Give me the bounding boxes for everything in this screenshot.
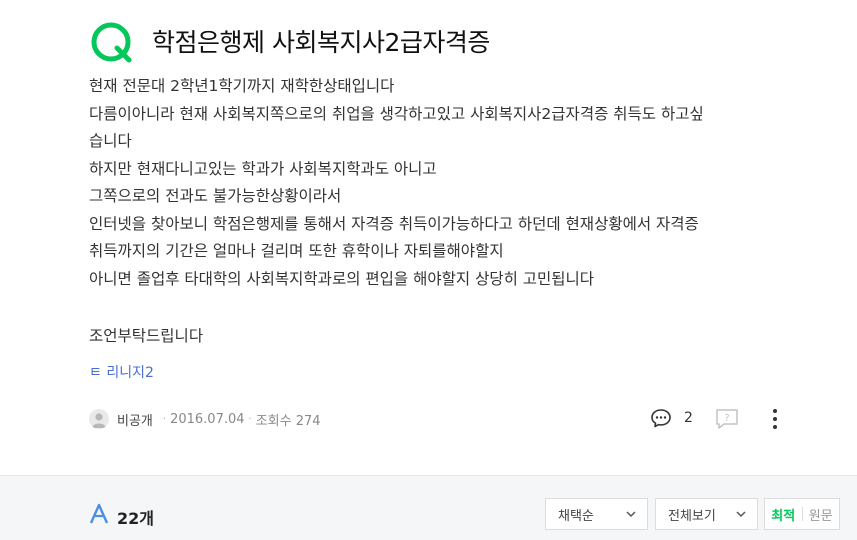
body-closing: 조언부탁드립니다: [89, 327, 204, 345]
post-date: 2016.07.04: [170, 411, 245, 427]
more-icon[interactable]: [766, 407, 784, 431]
svg-text:?: ?: [724, 413, 729, 424]
toggle-original[interactable]: 원문: [803, 505, 840, 524]
filter-select-value: 전체보기: [668, 508, 716, 524]
answer-view-toggle: 최적 원문: [764, 498, 840, 530]
body-line: 다름이아니라 현재 사회복지쪽으로의 취업을 생각하고있고 사회복지사2급자격증…: [89, 104, 704, 123]
chevron-down-icon: [626, 511, 636, 518]
filter-select[interactable]: 전체보기: [655, 498, 758, 530]
avatar-icon: [89, 409, 109, 429]
tag-link[interactable]: ㅌ 리니지2: [89, 362, 154, 382]
comment-icon: [651, 409, 671, 428]
comment-button[interactable]: 2: [650, 407, 693, 429]
body-line: 아니면 졸업후 타대학의 사회복지학과로의 편입을 해야할지 상당히 고민됩니다: [89, 269, 595, 288]
q-logo-icon: [91, 22, 132, 63]
question-meta: 비공개 · 2016.07.04 · 조회수 274: [89, 407, 321, 431]
toggle-best[interactable]: 최적: [765, 505, 802, 524]
sort-select[interactable]: 채택순: [545, 498, 648, 530]
meta-separator: ·: [162, 413, 167, 425]
a-logo-icon: [89, 503, 109, 524]
view-count: 조회수 274: [255, 413, 321, 429]
author-name: 비공개: [117, 413, 153, 429]
body-line: 그쪽으로의 전과도 불가능한상황이라서: [89, 187, 342, 205]
report-icon[interactable]: ?: [715, 408, 739, 430]
meta-separator: ·: [248, 413, 252, 425]
body-line: 현재 전문대 2학년1학기까지 재학한상태입니다: [89, 77, 395, 95]
body-line: 취득까지의 기간은 얼마나 걸리며 또한 휴학이나 자퇴를해야할지: [89, 242, 504, 260]
answer-count: 22개: [117, 509, 154, 528]
question-title: 학점은행제 사회복지사2급자격증: [152, 28, 490, 57]
body-line: 인터넷을 찾아보니 학점은행제를 통해서 자격증 취득이가능하다고 하던데 현재…: [89, 214, 699, 233]
body-line: 하지만 현재다니고있는 학과가 사회복지학과도 아니고: [89, 159, 437, 178]
comment-count: 2: [684, 410, 693, 426]
body-line: 습니다: [89, 132, 132, 150]
chevron-down-icon: [736, 511, 746, 518]
question-body: 현재 전문대 2학년1학기까지 재학한상태입니다 다름이아니라 현재 사회복지쪽…: [89, 73, 789, 351]
sort-select-value: 채택순: [558, 508, 594, 524]
